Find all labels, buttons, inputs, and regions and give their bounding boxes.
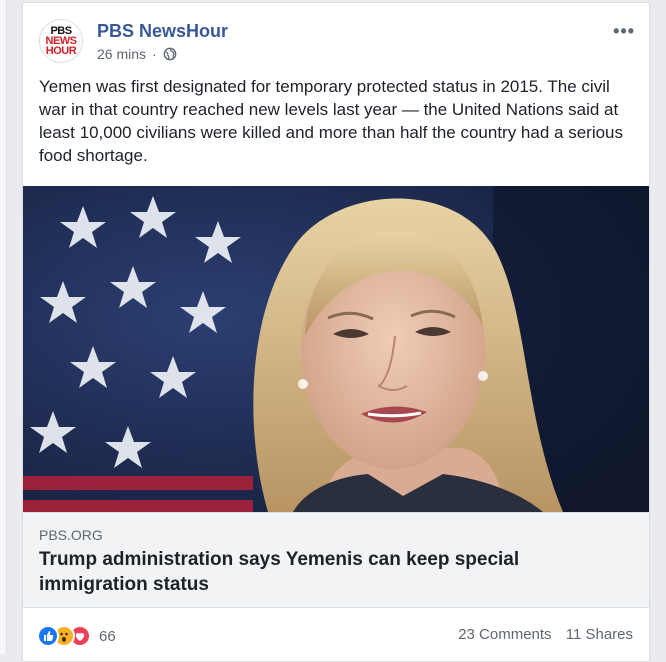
- like-icon: [37, 625, 59, 647]
- comments-link[interactable]: 23 Comments: [458, 626, 551, 643]
- post-timestamp[interactable]: 26 mins: [97, 46, 146, 62]
- reaction-summary[interactable]: 66: [37, 625, 116, 647]
- globe-icon[interactable]: [163, 47, 177, 61]
- photo-illustration: [23, 186, 649, 512]
- news-feed-post: PBS NEWS HOUR PBS NewsHour 26 mins · •••…: [22, 2, 650, 662]
- post-footer: 66 23 Comments 11 Shares: [23, 608, 649, 658]
- post-header: PBS NEWS HOUR PBS NewsHour 26 mins · •••: [39, 19, 637, 63]
- link-domain: PBS.ORG: [39, 527, 103, 543]
- more-options-button[interactable]: •••: [613, 21, 635, 42]
- reaction-count: 66: [99, 627, 116, 645]
- shares-link[interactable]: 11 Shares: [566, 626, 633, 643]
- left-column-edge: [0, 0, 7, 654]
- post-meta: 26 mins ·: [97, 46, 177, 62]
- page-name-link[interactable]: PBS NewsHour: [97, 21, 228, 42]
- logo-line-3: HOUR: [45, 45, 77, 57]
- link-headline[interactable]: Trump administration says Yemenis can ke…: [39, 547, 599, 597]
- post-text: Yemen was first designated for temporary…: [39, 77, 624, 165]
- link-preview-image[interactable]: [23, 186, 649, 512]
- meta-separator: ·: [152, 46, 157, 62]
- link-preview-caption[interactable]: PBS.ORG Trump administration says Yemeni…: [23, 512, 649, 608]
- page-avatar[interactable]: PBS NEWS HOUR: [39, 19, 83, 63]
- engagement-stats: 23 Comments 11 Shares: [458, 626, 633, 643]
